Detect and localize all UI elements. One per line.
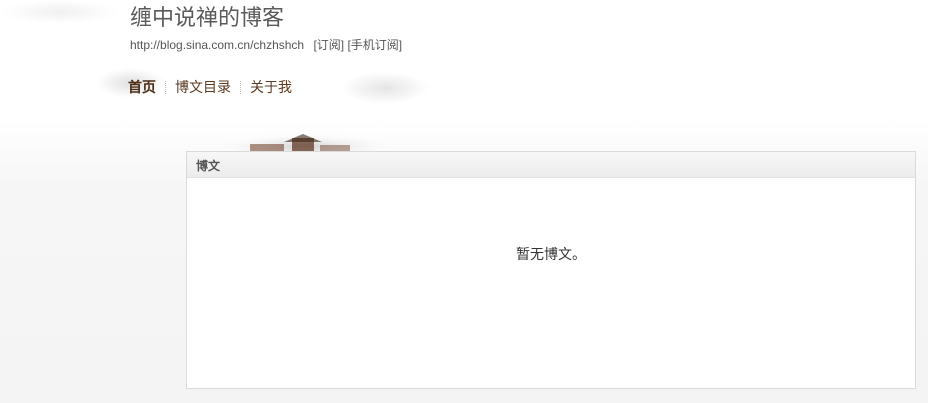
blog-title: 缠中说禅的博客 <box>130 5 285 30</box>
nav-item-article-list[interactable]: 博文目录 <box>175 78 231 96</box>
panel-body: 暂无博文。 <box>187 178 915 388</box>
blog-header: 缠中说禅的博客 http://blog.sina.com.cn/chzhshch… <box>130 4 402 52</box>
subscribe-link[interactable]: [订阅] <box>313 38 344 52</box>
nav-separator <box>165 80 166 94</box>
panel-title: 博文 <box>187 152 915 178</box>
nav-item-about-me[interactable]: 关于我 <box>250 78 292 96</box>
mobile-subscribe-link[interactable]: [手机订阅] <box>347 38 402 52</box>
articles-panel: 博文 暂无博文。 <box>186 151 916 389</box>
empty-articles-message: 暂无博文。 <box>516 246 586 262</box>
blog-url-link[interactable]: http://blog.sina.com.cn/chzhshch <box>130 38 304 52</box>
blog-nav: 首页 博文目录 关于我 <box>128 78 292 96</box>
blog-url-row: http://blog.sina.com.cn/chzhshch [订阅] [手… <box>130 38 402 52</box>
decorative-ink-top <box>0 0 120 24</box>
nav-item-home[interactable]: 首页 <box>128 78 156 96</box>
nav-separator <box>240 80 241 94</box>
decorative-ink-right <box>340 72 430 104</box>
